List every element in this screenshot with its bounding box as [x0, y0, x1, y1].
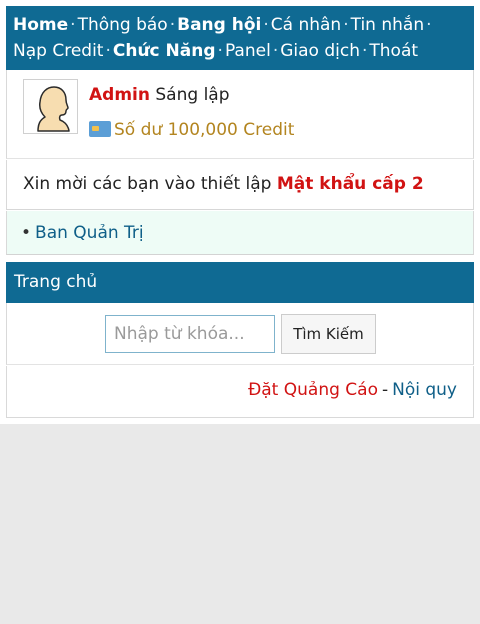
credit-balance-text: Số dư 100,000 Credit	[114, 120, 295, 140]
nav-messages[interactable]: Tin nhắn	[351, 15, 425, 35]
nav-profile[interactable]: Cá nhân	[271, 15, 341, 35]
level2-password-link[interactable]: Mật khẩu cấp 2	[277, 174, 424, 194]
credit-balance: Số dư 100,000 Credit	[89, 119, 294, 141]
nav-functions[interactable]: Chức Năng	[113, 41, 216, 61]
rules-link[interactable]: Nội quy	[392, 380, 457, 400]
nav-separator: ·	[169, 15, 176, 35]
advertise-link[interactable]: Đặt Quảng Cáo	[248, 380, 378, 400]
password-notice: Xin mời các bạn vào thiết lập Mật khẩu c…	[6, 160, 474, 210]
nav-clan[interactable]: Bang hội	[177, 15, 261, 35]
footer-separator: -	[381, 380, 389, 400]
section-title-bar: Trang chủ	[6, 262, 474, 303]
footer-links-panel: Đặt Quảng Cáo - Nội quy	[6, 366, 474, 418]
search-panel: Tìm Kiếm	[6, 303, 474, 365]
nav-separator: ·	[343, 15, 349, 35]
username-link[interactable]: Admin	[89, 85, 150, 105]
nav-separator: ·	[263, 15, 269, 35]
nav-home[interactable]: Home	[13, 15, 68, 35]
admin-section: • Ban Quản Trị	[6, 211, 474, 255]
notice-line: Xin mời các bạn vào thiết lập Mật khẩu c…	[23, 173, 424, 195]
notice-text: Xin mời các bạn vào thiết lập	[23, 174, 277, 194]
search-input[interactable]	[105, 315, 275, 353]
top-navigation: Home · Thông báo · Bang hội · Cá nhân · Tin nhắn…	[6, 6, 474, 70]
user-role: Sáng lập	[155, 85, 230, 105]
user-info-panel: Admin Sáng lập Số dư 100,000 Credit	[6, 70, 474, 159]
admin-board-link[interactable]: Ban Quản Trị	[35, 223, 144, 243]
user-name-line: Admin Sáng lập	[89, 84, 230, 106]
search-button[interactable]: Tìm Kiếm	[281, 314, 376, 354]
nav-separator: ·	[272, 41, 279, 61]
nav-separator: ·	[426, 15, 432, 35]
nav-topup-credit[interactable]: Nạp Credit	[13, 41, 103, 61]
nav-separator: ·	[361, 41, 368, 61]
footer-links: Đặt Quảng Cáo - Nội quy	[248, 379, 457, 401]
nav-logout[interactable]: Thoát	[369, 41, 418, 61]
bullet: •	[21, 223, 32, 243]
admin-board-item: • Ban Quản Trị	[21, 222, 144, 244]
nav-panel[interactable]: Panel	[225, 41, 271, 61]
nav-transactions[interactable]: Giao dịch	[280, 41, 360, 61]
nav-separator: ·	[105, 41, 111, 61]
nav-separator: ·	[217, 41, 223, 61]
section-title: Trang chủ	[14, 272, 98, 292]
user-silhouette-icon	[37, 86, 70, 132]
credit-card-icon	[89, 121, 111, 137]
avatar[interactable]	[23, 79, 78, 134]
nav-separator: ·	[70, 15, 76, 35]
page: Home · Thông báo · Bang hội · Cá nhân · Tin nhắn…	[0, 0, 480, 424]
nav-notifications[interactable]: Thông báo	[78, 15, 168, 35]
